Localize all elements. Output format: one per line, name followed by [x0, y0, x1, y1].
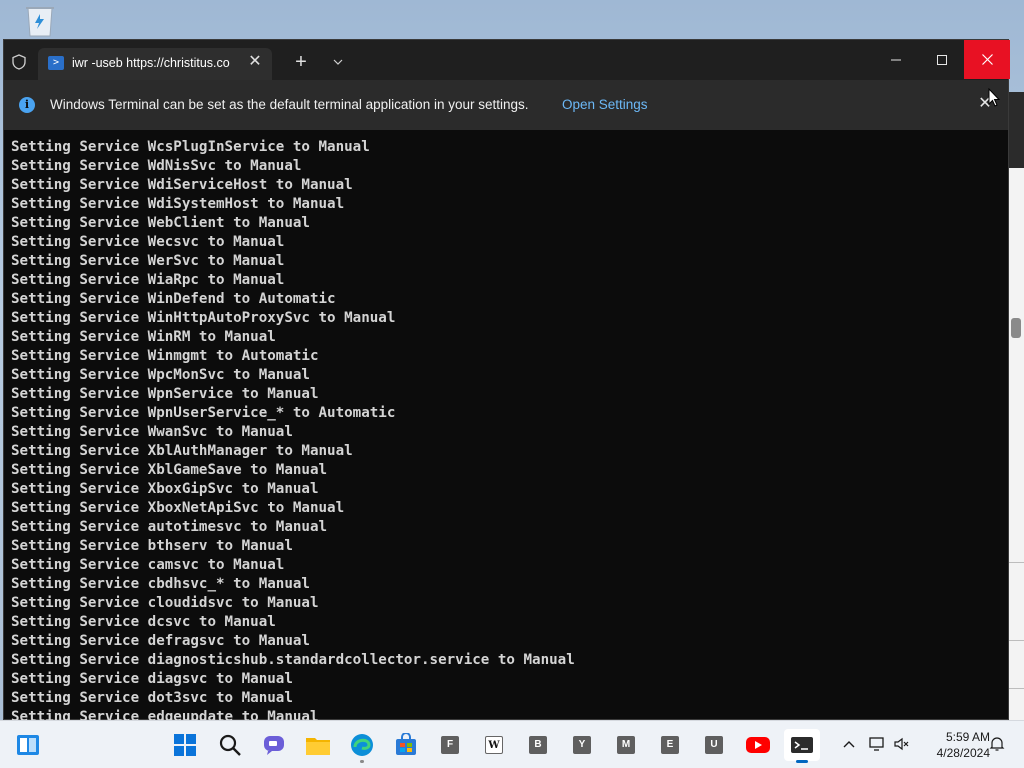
app-f-letter: F: [441, 736, 459, 754]
app-f-icon[interactable]: F: [434, 729, 466, 761]
console-line: Setting Service dcsvc to Manual: [11, 614, 276, 630]
console-line: Setting Service bthserv to Manual: [11, 538, 293, 554]
app-y-icon[interactable]: Y: [566, 729, 598, 761]
console-line: Setting Service autotimesvc to Manual: [11, 519, 328, 535]
console-line: Setting Service dot3svc to Manual: [11, 690, 293, 706]
console-line: Setting Service WerSvc to Manual: [11, 253, 285, 269]
console-line: Setting Service WebClient to Manual: [11, 215, 310, 231]
terminal-icon[interactable]: [784, 729, 820, 763]
console-line: Setting Service WwanSvc to Manual: [11, 424, 293, 440]
new-tab-button[interactable]: +: [290, 52, 312, 74]
clock-time: 5:59 AM: [945, 730, 990, 744]
chevron-down-icon[interactable]: [328, 52, 348, 72]
app-e-letter: E: [661, 736, 679, 754]
console-line: Setting Service WdiServiceHost to Manual: [11, 177, 353, 193]
shield-icon[interactable]: [10, 53, 28, 71]
maximize-button[interactable]: [919, 40, 965, 79]
console-line: Setting Service XblGameSave to Manual: [11, 462, 328, 478]
console-line: Setting Service WcsPlugInService to Manu…: [11, 139, 370, 155]
console-line: Setting Service WdiSystemHost to Manual: [11, 196, 345, 212]
teams-chat-icon[interactable]: [258, 729, 290, 761]
minimize-button[interactable]: [873, 40, 919, 79]
network-icon[interactable]: [866, 733, 888, 755]
console-line: Setting Service cloudidsvc to Manual: [11, 595, 319, 611]
info-message: Windows Terminal can be set as the defau…: [50, 97, 529, 112]
open-settings-link[interactable]: Open Settings: [562, 97, 648, 112]
wikipedia-letter: W: [485, 736, 503, 754]
background-window-header: [1009, 92, 1024, 168]
console-line: Setting Service WiaRpc to Manual: [11, 272, 285, 288]
console-line: Setting Service diagsvc to Manual: [11, 671, 293, 687]
close-window-button[interactable]: [964, 40, 1010, 79]
clock[interactable]: 5:59 AM 4/28/2024: [916, 729, 990, 761]
console-line: Setting Service camsvc to Manual: [11, 557, 285, 573]
widgets-icon[interactable]: [12, 729, 44, 761]
chevron-up-icon[interactable]: [838, 733, 860, 755]
background-divider: [1009, 562, 1024, 563]
console-line: Setting Service XblAuthManager to Manual: [11, 443, 353, 459]
info-bar: i Windows Terminal can be set as the def…: [4, 80, 1008, 130]
clock-date: 4/28/2024: [936, 746, 990, 760]
close-tab-icon[interactable]: ✕: [246, 53, 264, 71]
console-line: Setting Service edgeupdate to Manual: [11, 709, 319, 720]
app-b-letter: B: [529, 736, 547, 754]
app-y-letter: Y: [573, 736, 591, 754]
mouse-cursor-icon: [988, 87, 1001, 108]
console-output[interactable]: Setting Service WcsPlugInService to Manu…: [4, 138, 1008, 720]
title-bar[interactable]: > iwr -useb https://christitus.co ✕ +: [4, 40, 1010, 80]
app-b-icon[interactable]: B: [522, 729, 554, 761]
start-icon[interactable]: [169, 729, 201, 761]
wikipedia-icon[interactable]: W: [478, 729, 510, 761]
console-line: Setting Service WpcMonSvc to Manual: [11, 367, 310, 383]
app-u-icon[interactable]: U: [698, 729, 730, 761]
console-line: Setting Service Winmgmt to Automatic: [11, 348, 319, 364]
active-indicator: [796, 760, 808, 763]
console-line: Setting Service WpnUserService_* to Auto…: [11, 405, 396, 421]
console-line: Setting Service WdNisSvc to Manual: [11, 158, 302, 174]
background-window: [1008, 92, 1024, 720]
youtube-icon[interactable]: [742, 729, 774, 761]
volume-muted-icon[interactable]: [891, 733, 913, 755]
console-line: Setting Service Wecsvc to Manual: [11, 234, 285, 250]
taskbar: F W B Y M E U 5:59 AM 4/28/2024: [0, 720, 1024, 768]
console-line: Setting Service defragsvc to Manual: [11, 633, 310, 649]
notification-icon[interactable]: [986, 733, 1008, 755]
console-line: Setting Service WinHttpAutoProxySvc to M…: [11, 310, 396, 326]
running-indicator: [360, 760, 364, 763]
background-divider: [1009, 640, 1024, 641]
file-explorer-icon[interactable]: [302, 729, 334, 761]
app-u-letter: U: [705, 736, 723, 754]
console-line: Setting Service WpnService to Manual: [11, 386, 319, 402]
search-icon[interactable]: [214, 729, 246, 761]
console-line: Setting Service XboxGipSvc to Manual: [11, 481, 319, 497]
recycle-bin-icon[interactable]: [18, 4, 62, 40]
app-m-icon[interactable]: M: [610, 729, 642, 761]
edge-icon[interactable]: [346, 729, 378, 763]
console-line: Setting Service WinRM to Manual: [11, 329, 276, 345]
console-line: Setting Service XboxNetApiSvc to Manual: [11, 500, 345, 516]
terminal-window: > iwr -useb https://christitus.co ✕ + i …: [3, 39, 1010, 720]
app-m-letter: M: [617, 736, 635, 754]
store-icon[interactable]: [390, 729, 422, 761]
tab-active[interactable]: > iwr -useb https://christitus.co ✕: [38, 48, 272, 80]
app-e-icon[interactable]: E: [654, 729, 686, 761]
background-scrollbar-thumb: [1011, 318, 1021, 338]
console-line: Setting Service WinDefend to Automatic: [11, 291, 336, 307]
background-divider: [1009, 688, 1024, 689]
console-line: Setting Service diagnosticshub.standardc…: [11, 652, 575, 668]
console-line: Setting Service cbdhsvc_* to Manual: [11, 576, 310, 592]
info-icon: i: [19, 97, 35, 113]
tab-title: iwr -useb https://christitus.co: [72, 56, 230, 70]
powershell-icon: >: [48, 56, 64, 70]
